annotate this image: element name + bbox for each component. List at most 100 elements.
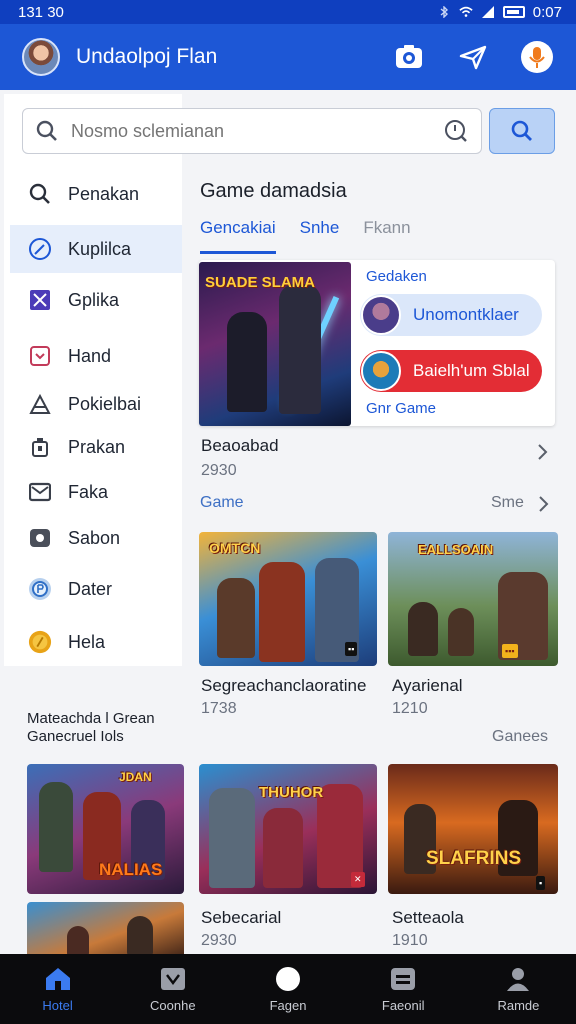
nav-label: Coonhe (150, 997, 196, 1013)
tab-bar: Gencakiai Snhe Fkann (200, 218, 411, 254)
chevron-right-icon[interactable] (534, 495, 552, 513)
featured-game-art[interactable]: SUADE SLAMA (199, 262, 351, 426)
game-sub: 1210 (392, 700, 428, 717)
home-icon (45, 967, 70, 990)
sidebar-item-kuplilca[interactable]: Kuplilca (10, 225, 182, 273)
app-title: Undaolpoj Flan (76, 45, 218, 68)
voice-search-icon[interactable] (443, 118, 469, 144)
category-see-more-link[interactable]: Ganees (492, 728, 548, 746)
art-figure (259, 562, 305, 662)
bottom-navigation: Hotel Coonhe Fagen Faeonil Ramde (0, 954, 576, 1024)
featured-pill-primary[interactable]: Unomontklaer (360, 294, 542, 336)
row-see-more-link[interactable]: Sme (491, 494, 524, 512)
nav-item-coonhe[interactable]: Coonhe (115, 954, 230, 1024)
profile-icon (507, 967, 530, 991)
mail-icon (29, 482, 51, 502)
download-icon (30, 346, 50, 366)
search-icon (511, 120, 532, 141)
sidebar-item-dater[interactable]: Dater (10, 565, 182, 613)
featured-footer-link[interactable]: Gnr Game (366, 400, 436, 417)
circle-icon (276, 966, 300, 991)
brand-badge: ▪▪▪ (502, 644, 518, 658)
featured-game-name: Beaoabad (201, 436, 279, 455)
sidebar-item-hela[interactable]: Hela (10, 618, 182, 666)
art-figure (279, 284, 321, 414)
tab-fkann[interactable]: Fkann (363, 218, 410, 254)
game-thumbnail[interactable]: SLAFRINS ▪ (388, 764, 558, 894)
art-title: SUADE SLAMA (205, 274, 316, 291)
search-button[interactable] (489, 108, 555, 154)
art-title: SLAFRINS (426, 848, 521, 869)
sidebar-item-label: Faka (68, 481, 109, 502)
sidebar-item-label: Hela (68, 631, 106, 652)
nav-item-ramde[interactable]: Ramde (461, 954, 576, 1024)
bookmark-icon (30, 290, 50, 310)
mic-button[interactable] (520, 40, 554, 74)
featured-pill-secondary[interactable]: Baielh'um Sblal (360, 350, 542, 392)
art-title: THUHOR (259, 784, 324, 801)
featured-card[interactable]: SUADE SLAMA Gedaken Unomontklaer Baielh'… (199, 260, 555, 426)
search-input[interactable] (71, 120, 443, 142)
nav-item-fagen[interactable]: Fagen (230, 954, 345, 1024)
art-figure (39, 782, 73, 872)
sidebar-item-label: Dater (68, 578, 113, 599)
sidebar-item-hand[interactable]: Hand (10, 332, 182, 380)
game-thumbnail[interactable]: OMTCN ▪▪ (199, 532, 377, 666)
send-icon (459, 45, 487, 70)
sidebar-item-label: Gplika (68, 289, 120, 310)
status-bar: 131 30 0:07 (0, 0, 576, 24)
list-icon (391, 967, 416, 990)
globe-icon (29, 578, 51, 600)
section-title: Game damadsia (200, 180, 347, 202)
rating-badge: ▪▪ (345, 642, 358, 656)
send-button[interactable] (456, 40, 490, 74)
featured-label: Gedaken (366, 268, 427, 285)
sidebar-item-faka[interactable]: Faka (10, 468, 182, 516)
search-bar (22, 108, 482, 154)
game-name: Setteaola (392, 908, 464, 927)
game-name: Segreachanclaoratine (201, 676, 367, 695)
art-figure (209, 788, 255, 888)
pill-label: Baielh'um Sblal (413, 361, 530, 380)
sidebar-item-gplika[interactable]: Gplika (10, 276, 182, 324)
row-label-game: Game (200, 494, 244, 511)
game-thumbnail[interactable] (27, 902, 184, 954)
sidebar-item-pokielbai[interactable]: Pokielbai (10, 380, 182, 428)
tab-snhe[interactable]: Snhe (300, 218, 340, 254)
battery-icon (502, 6, 525, 18)
nav-label: Faeonil (381, 997, 425, 1013)
game-thumbnail[interactable]: EALLSOAIN ▪▪▪ (388, 532, 558, 666)
sidebar-item-sabon[interactable]: Sabon (10, 514, 182, 562)
game-thumbnail[interactable]: JDAN NALIAS (27, 764, 184, 894)
game-sub: 2930 (201, 932, 237, 949)
sidebar-item-penakan[interactable]: Penakan (10, 170, 182, 218)
camera-icon (396, 45, 422, 68)
mic-icon (521, 41, 553, 73)
rating-badge: ✕ (351, 872, 365, 887)
status-right-time: 0:07 (532, 3, 562, 21)
bluetooth-icon (440, 6, 448, 18)
art-figure (67, 926, 89, 954)
art-title: NALIAS (99, 860, 163, 879)
tab-gencakiai[interactable]: Gencakiai (200, 218, 276, 254)
status-icons: 0:07 (437, 4, 562, 21)
game-sub: 1910 (392, 932, 428, 949)
avatar[interactable] (22, 38, 60, 76)
chevron-right-icon[interactable] (533, 443, 551, 461)
pill-avatar (361, 295, 401, 335)
art-figure (227, 312, 267, 412)
status-time: 131 30 (18, 3, 64, 21)
app-bar: Undaolpoj Flan (0, 24, 576, 90)
sidebar-item-label: Pokielbai (68, 393, 142, 414)
nav-item-faeonil[interactable]: Faeonil (346, 954, 461, 1024)
pill-avatar (361, 351, 401, 391)
camera-box-icon (30, 529, 50, 547)
trash-icon (32, 438, 48, 457)
sidebar-item-prakan[interactable]: Prakan (10, 423, 182, 471)
nav-item-hotel[interactable]: Hotel (0, 954, 115, 1024)
sidebar-item-label: Penakan (68, 183, 140, 204)
category-heading: Mateachda l Grean Ganecruel Iols (27, 710, 155, 746)
art-figure (263, 808, 303, 888)
game-thumbnail[interactable]: THUHOR ✕ (199, 764, 377, 894)
camera-button[interactable] (392, 40, 426, 74)
